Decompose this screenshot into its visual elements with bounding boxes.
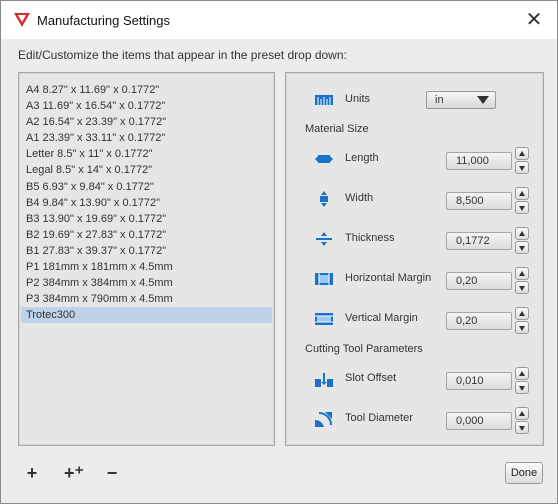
increment-icon[interactable] [515,147,529,160]
tool-diameter-label: Tool Diameter [345,412,413,424]
preset-item[interactable]: Trotec300 [21,307,272,324]
title-bar: Manufacturing Settings ✕ [1,1,557,39]
plus-plus-icon: +⁺ [63,463,84,483]
vertical-margin-spinner[interactable] [515,307,529,335]
chevron-down-icon [477,96,489,104]
app-logo-icon [14,13,30,27]
length-spinner[interactable] [515,147,529,175]
material-size-heading: Material Size [305,123,369,135]
units-label: Units [345,93,371,105]
decrement-icon[interactable] [515,241,529,254]
thickness-icon [316,232,332,246]
window-title: Manufacturing Settings [37,13,170,28]
decrement-icon[interactable] [515,281,529,294]
decrement-icon[interactable] [515,201,529,214]
horizontal-margin-icon [315,273,333,285]
decrement-icon[interactable] [515,421,529,434]
length-icon [315,155,333,163]
tool-diameter-spinner[interactable] [515,407,529,435]
done-button[interactable]: Done [505,462,543,484]
preset-item[interactable]: A2 16.54" x 23.39" x 0.1772" [21,114,272,130]
ruler-icon [315,95,333,105]
vertical-margin-icon [315,313,333,325]
slot-offset-label: Slot Offset [345,372,397,384]
preset-item[interactable]: B2 19.69" x 27.83" x 0.1772" [21,227,272,243]
units-select[interactable]: in [426,91,496,109]
increment-icon[interactable] [515,227,529,240]
thickness-input[interactable]: 0,1772 [446,232,512,250]
width-label: Width [345,192,374,204]
vertical-margin-input[interactable]: 0,20 [446,312,512,330]
length-row: Length 11,000 [286,144,545,174]
tool-diameter-input[interactable]: 0,000 [446,412,512,430]
duplicate-preset-button[interactable]: +⁺ [60,463,88,483]
preset-item[interactable]: B1 27.83" x 39.37" x 0.1772" [21,243,272,259]
decrement-icon[interactable] [515,321,529,334]
remove-preset-button[interactable]: − [100,463,124,483]
preset-item[interactable]: Letter 8.5" x 11" x 0.1772" [21,146,272,162]
preset-item[interactable]: B4 9.84" x 13.90" x 0.1772" [21,195,272,211]
preset-item[interactable]: P3 384mm x 790mm x 4.5mm [21,291,272,307]
width-spinner[interactable] [515,187,529,215]
vertical-margin-row: Vertical Margin 0,20 [286,304,545,334]
preset-item[interactable]: P1 181mm x 181mm x 4.5mm [21,259,272,275]
slot-offset-icon [315,373,333,387]
preset-item[interactable]: A1 23.39" x 33.11" x 0.1772" [21,130,272,146]
horizontal-margin-label: Horizontal Margin [345,272,432,284]
width-icon [320,191,328,207]
tool-diameter-row: Tool Diameter 0,000 [286,404,545,434]
preset-list[interactable]: A4 8.27" x 11.69" x 0.1772" A3 11.69" x 1… [18,72,275,446]
instructions-label: Edit/Customize the items that appear in … [18,48,347,62]
decrement-icon[interactable] [515,381,529,394]
tool-diameter-icon [315,412,332,427]
length-input[interactable]: 11,000 [446,152,512,170]
increment-icon[interactable] [515,187,529,200]
minus-icon: − [106,463,118,483]
increment-icon[interactable] [515,307,529,320]
width-row: Width 8,500 [286,184,545,214]
length-label: Length [345,152,379,164]
width-input[interactable]: 8,500 [446,192,512,210]
preset-item[interactable]: B5 6.93" x 9.84" x 0.1772" [21,179,272,195]
preset-item[interactable]: Legal 8.5" x 14" x 0.1772" [21,162,272,178]
preset-item[interactable]: A4 8.27" x 11.69" x 0.1772" [21,82,272,98]
thickness-spinner[interactable] [515,227,529,255]
increment-icon[interactable] [515,267,529,280]
cutting-tool-heading: Cutting Tool Parameters [305,343,423,355]
close-icon: ✕ [525,9,543,31]
increment-icon[interactable] [515,407,529,420]
horizontal-margin-input[interactable]: 0,20 [446,272,512,290]
close-button[interactable]: ✕ [521,7,547,33]
vertical-margin-label: Vertical Margin [345,312,418,324]
settings-panel: Units in Material Size Length 11,000 Wid… [285,72,544,446]
slot-offset-row: Slot Offset 0,010 [286,364,545,394]
add-preset-button[interactable]: + [20,463,44,483]
thickness-label: Thickness [345,232,395,244]
manufacturing-settings-dialog: Manufacturing Settings ✕ Edit/Customize … [0,0,558,504]
units-row: Units [286,83,545,113]
plus-icon: + [26,463,38,483]
horizontal-margin-spinner[interactable] [515,267,529,295]
preset-item[interactable]: P2 384mm x 384mm x 4.5mm [21,275,272,291]
units-value: in [435,94,444,106]
preset-item[interactable]: A3 11.69" x 16.54" x 0.1772" [21,98,272,114]
thickness-row: Thickness 0,1772 [286,224,545,254]
horizontal-margin-row: Horizontal Margin 0,20 [286,264,545,294]
decrement-icon[interactable] [515,161,529,174]
preset-item[interactable]: B3 13.90" x 19.69" x 0.1772" [21,211,272,227]
slot-offset-input[interactable]: 0,010 [446,372,512,390]
increment-icon[interactable] [515,367,529,380]
slot-offset-spinner[interactable] [515,367,529,395]
